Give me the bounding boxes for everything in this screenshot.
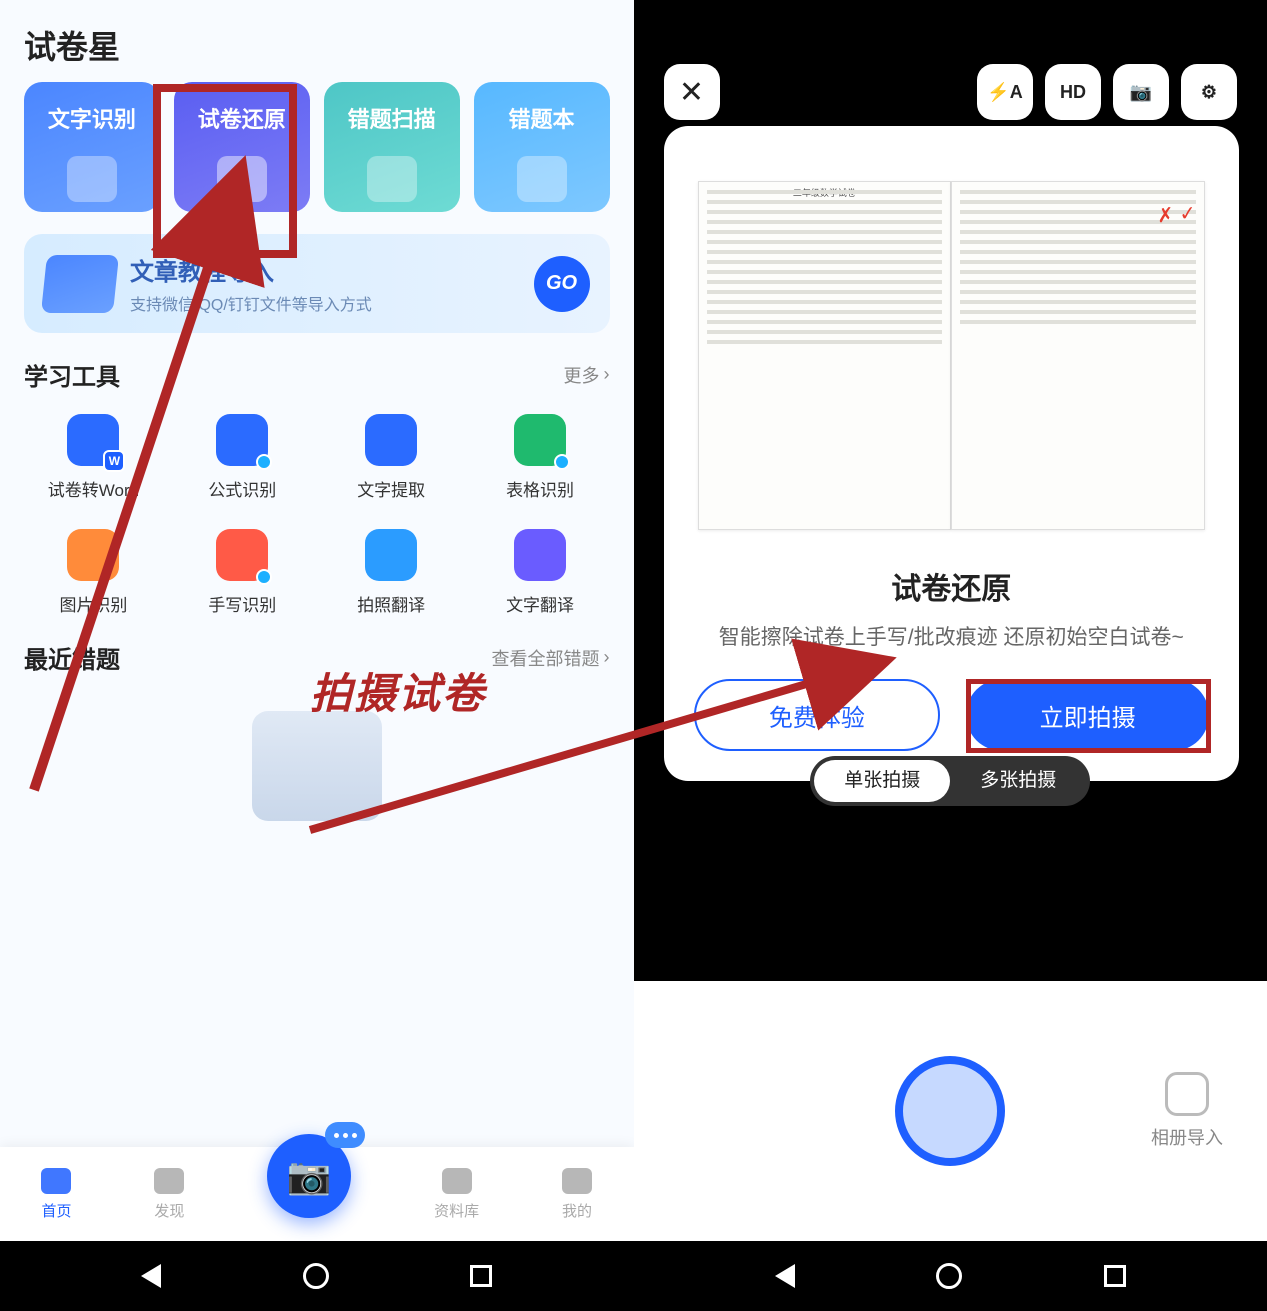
text-recognition-icon	[67, 156, 117, 202]
study-tools-more[interactable]: 更多›	[564, 362, 610, 388]
back-button[interactable]	[141, 1264, 161, 1288]
translate-icon	[514, 529, 566, 581]
preview-card: 二年级数学试卷 ✗ ✓ 试卷还原 智能擦除试卷上手写/批改痕迹 还原初始空白试卷…	[664, 126, 1240, 781]
close-icon: ✕	[679, 75, 704, 110]
study-tools-title: 学习工具	[24, 357, 120, 392]
nav-home[interactable]: 首页	[41, 1168, 71, 1221]
home-button[interactable]	[936, 1263, 962, 1289]
formula-icon	[216, 414, 268, 466]
chevron-right-icon: ›	[604, 647, 610, 668]
recent-placeholder	[252, 711, 382, 821]
home-screen: 试卷星 文字识别 试卷还原 错题扫描 错题本 文章教程导入	[0, 0, 634, 1311]
camera-translate-icon	[365, 529, 417, 581]
folder-x-icon	[517, 156, 567, 202]
red-correction-mark: ✗ ✓	[1156, 201, 1197, 229]
flash-button[interactable]: ⚡A	[977, 64, 1033, 120]
tool-photo-translate[interactable]: 拍照翻译	[322, 529, 461, 616]
tool-handwriting[interactable]: 手写识别	[173, 529, 312, 616]
profile-icon	[562, 1168, 592, 1194]
recents-button[interactable]	[470, 1265, 492, 1287]
camera-screen: ✕ ⚡A HD 📷 ⚙ 二年级数学试卷 ✗ ✓ 试卷还原 智能擦除试卷上手写	[634, 0, 1267, 1311]
gear-icon: ⚙	[1201, 82, 1217, 103]
mode-multi[interactable]: 多张拍摄	[950, 760, 1086, 802]
recents-button[interactable]	[1104, 1265, 1126, 1287]
camera-switch-icon: 📷	[1130, 82, 1152, 103]
card-mistake-scan[interactable]: 错题扫描	[324, 82, 460, 212]
tool-text-extract[interactable]: 文字提取	[322, 414, 461, 501]
shoot-mode-segment: 单张拍摄 多张拍摄	[810, 756, 1090, 806]
banner-subtitle: 支持微信/QQ/钉钉文件等导入方式	[130, 291, 520, 315]
settings-button[interactable]: ⚙	[1181, 64, 1237, 120]
fab-camera[interactable]: 📷	[267, 1134, 351, 1218]
back-button[interactable]	[775, 1264, 795, 1288]
close-button[interactable]: ✕	[664, 64, 720, 120]
import-banner[interactable]: 文章教程导入 支持微信/QQ/钉钉文件等导入方式 GO	[24, 234, 610, 333]
folder-icon	[41, 255, 119, 313]
bottom-nav: 首页 发现 📷 资料库 我的	[0, 1147, 634, 1241]
feature-cards-row: 文字识别 试卷还原 错题扫描 错题本	[0, 82, 634, 212]
view-all-mistakes[interactable]: 查看全部错题›	[492, 645, 610, 671]
camera-plus-icon: 📷	[287, 1155, 332, 1197]
preview-title: 试卷还原	[664, 564, 1240, 608]
tool-table[interactable]: 表格识别	[471, 414, 610, 501]
android-nav-bar	[0, 1241, 634, 1311]
flash-auto-icon: ⚡A	[987, 82, 1022, 103]
card-mistake-book[interactable]: 错题本	[474, 82, 610, 212]
tool-formula[interactable]: 公式识别	[173, 414, 312, 501]
nav-library[interactable]: 资料库	[434, 1168, 479, 1221]
discover-icon	[154, 1168, 184, 1194]
home-icon	[41, 1168, 71, 1194]
card-paper-restore[interactable]: 试卷还原	[174, 82, 310, 212]
go-button[interactable]: GO	[534, 256, 590, 312]
scanner-icon	[367, 156, 417, 202]
table-icon	[514, 414, 566, 466]
tool-paper-to-word[interactable]: W 试卷转Word	[24, 414, 163, 501]
android-nav-bar	[634, 1241, 1267, 1311]
tools-grid: W 试卷转Word 公式识别 文字提取 表格识别 图片识别 手写识别	[0, 404, 634, 616]
mode-single[interactable]: 单张拍摄	[814, 760, 950, 802]
gallery-import[interactable]: 相册导入	[1151, 1072, 1223, 1150]
shutter-button[interactable]	[895, 1056, 1005, 1166]
nav-mine[interactable]: 我的	[562, 1168, 592, 1221]
hd-button[interactable]: HD	[1045, 64, 1101, 120]
card-text-recognition[interactable]: 文字识别	[24, 82, 160, 212]
nav-discover[interactable]: 发现	[154, 1168, 184, 1221]
app-title: 试卷星	[24, 22, 610, 68]
banner-title: 文章教程导入	[130, 252, 520, 287]
home-button[interactable]	[303, 1263, 329, 1289]
text-extract-icon	[365, 414, 417, 466]
switch-camera-button[interactable]: 📷	[1113, 64, 1169, 120]
handwriting-icon	[216, 529, 268, 581]
image-icon	[67, 529, 119, 581]
shoot-now-button[interactable]: 立即拍摄	[966, 679, 1209, 751]
gallery-icon	[1165, 1072, 1209, 1116]
library-icon	[442, 1168, 472, 1194]
try-free-button[interactable]: 免费体验	[694, 679, 941, 751]
fab-bubble	[325, 1122, 365, 1148]
eraser-icon	[217, 156, 267, 202]
sample-paper-preview: 二年级数学试卷 ✗ ✓	[664, 126, 1240, 558]
tool-text-translate[interactable]: 文字翻译	[471, 529, 610, 616]
preview-description: 智能擦除试卷上手写/批改痕迹 还原初始空白试卷~	[664, 608, 1240, 654]
tool-image-ocr[interactable]: 图片识别	[24, 529, 163, 616]
chevron-right-icon: ›	[604, 364, 610, 385]
recent-mistakes-title: 最近错题	[24, 640, 120, 675]
word-icon: W	[67, 414, 119, 466]
